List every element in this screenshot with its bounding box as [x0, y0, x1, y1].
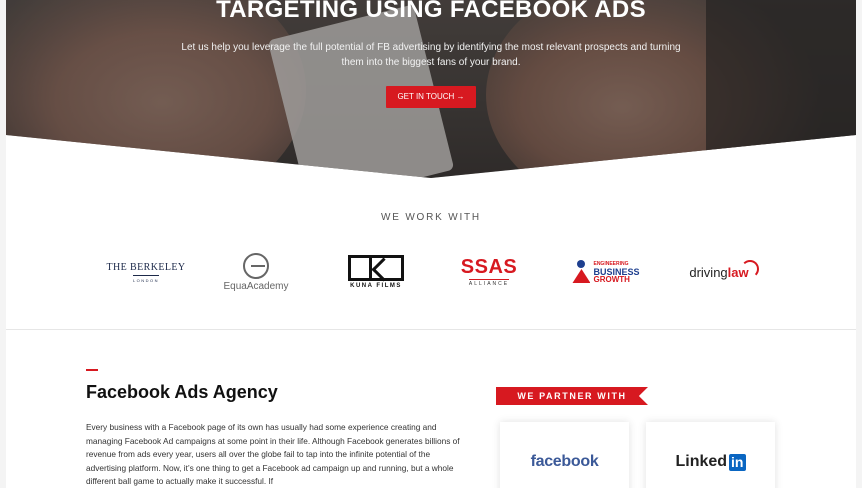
driving-law-swoosh-icon — [740, 260, 759, 278]
equa-academy-icon — [243, 252, 269, 279]
agency-body: Every business with a Facebook page of i… — [86, 422, 460, 487]
equa-academy-name: EquaAcademy — [223, 280, 289, 292]
kuna-films-logo: KUNA FILMS — [341, 248, 411, 296]
hero-subtitle: Let us help you leverage the full potent… — [181, 42, 681, 68]
linkedin-partner-card[interactable]: Linked in — [646, 422, 775, 488]
partners-heading: WE PARTNER WITH — [496, 387, 648, 405]
ssas-logo-sub: ALLIANCE — [468, 279, 510, 287]
kuna-films-icon — [348, 255, 404, 281]
driving-law-name: drivinglaw — [689, 264, 749, 280]
berkeley-logo-name: THE BERKELEY — [106, 261, 186, 273]
ssas-alliance-logo: SSAS ALLIANCE — [454, 248, 524, 296]
facebook-partner-card[interactable]: facebook — [500, 422, 629, 488]
berkeley-logo: THE BERKELEY LONDON — [96, 248, 196, 296]
ebg-line3: GROWTH — [593, 275, 630, 284]
berkeley-logo-sub: LONDON — [132, 274, 160, 283]
ssas-logo-name: SSAS — [460, 256, 518, 278]
page: TARGETING USING FACEBOOK ADS Let us help… — [6, 0, 856, 488]
engineering-business-growth-logo: ENGINEERING BUSINESS GROWTH — [566, 248, 646, 296]
equa-academy-logo: EquaAcademy — [216, 248, 296, 296]
hero-title: TARGETING USING FACEBOOK ADS — [216, 0, 646, 23]
driving-law-logo: drivinglaw — [678, 248, 770, 296]
facebook-logo: facebook — [530, 453, 599, 470]
title-accent-line — [86, 369, 98, 371]
section-divider — [6, 329, 856, 330]
get-in-touch-button[interactable]: GET IN TOUCH → — [386, 86, 476, 108]
linkedin-logo: Linked in — [675, 453, 746, 471]
business-growth-icon — [572, 260, 590, 284]
agency-title: Facebook Ads Agency — [86, 382, 278, 402]
kuna-films-name: KUNA FILMS — [350, 283, 402, 289]
clients-heading: WE WORK WITH — [381, 212, 481, 223]
